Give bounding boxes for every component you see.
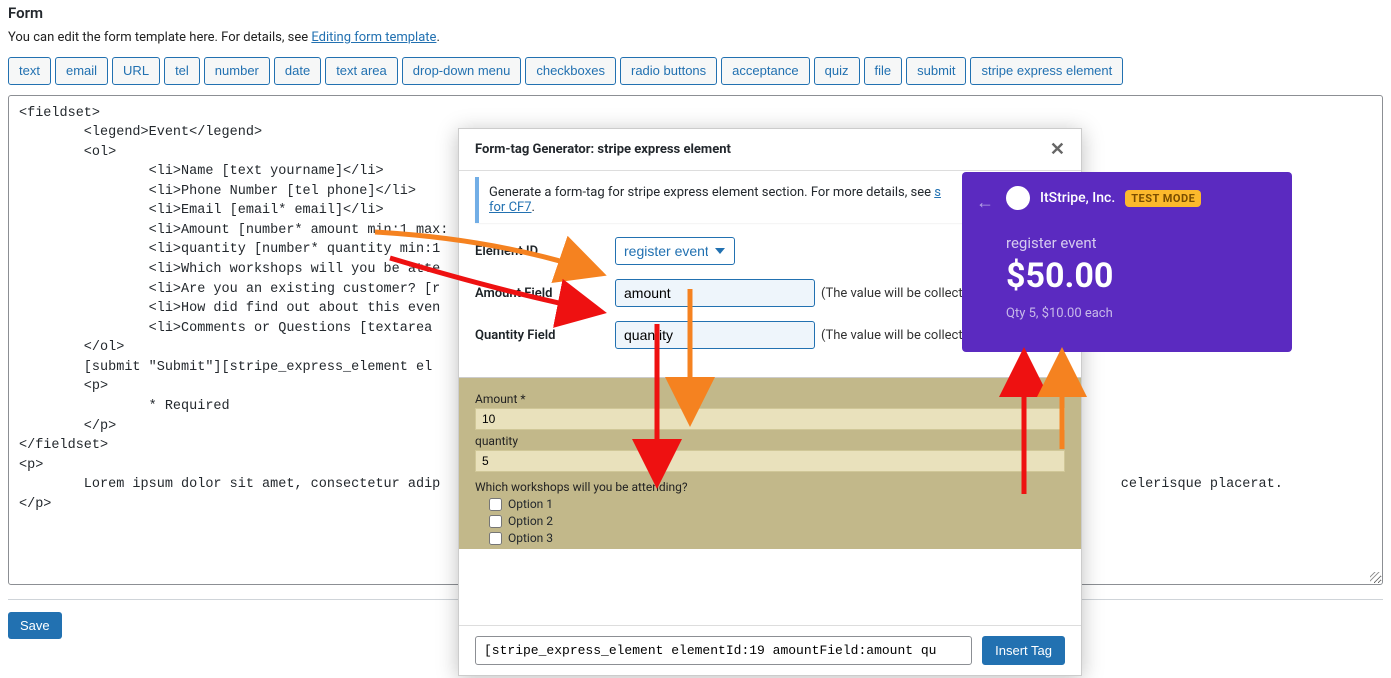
back-arrow-icon[interactable]: ← bbox=[976, 192, 994, 213]
stripe-qty-line: Qty 5, $10.00 each bbox=[1006, 306, 1272, 321]
desc-text: You can edit the form template here. For… bbox=[8, 30, 311, 45]
modal-title: Form-tag Generator: stripe express eleme… bbox=[475, 142, 731, 157]
tag-button-stripe-express-element[interactable]: stripe express element bbox=[970, 57, 1123, 85]
preview-quantity-input[interactable] bbox=[475, 450, 1065, 472]
preview-option-checkbox[interactable] bbox=[489, 515, 502, 528]
tag-button-drop-down-menu[interactable]: drop-down menu bbox=[402, 57, 522, 85]
tag-output[interactable] bbox=[475, 636, 972, 665]
merchant-name: ItStripe, Inc. bbox=[1040, 190, 1115, 206]
preview-quantity-label: quantity bbox=[475, 434, 1065, 448]
element-id-label: Element ID bbox=[475, 244, 615, 259]
preview-option-label: Option 2 bbox=[508, 514, 553, 528]
preview-option-label: Option 1 bbox=[508, 497, 553, 511]
info-period: . bbox=[532, 200, 535, 215]
close-icon[interactable]: ✕ bbox=[1050, 139, 1065, 160]
preview-option-checkbox[interactable] bbox=[489, 532, 502, 545]
preview-option: Option 2 bbox=[475, 514, 1065, 528]
tag-button-submit[interactable]: submit bbox=[906, 57, 966, 85]
info-text: Generate a form-tag for stripe express e… bbox=[489, 185, 934, 200]
quantity-field-label: Quantity Field bbox=[475, 328, 615, 343]
preview-amount-label: Amount * bbox=[475, 392, 1065, 406]
tag-button-email[interactable]: email bbox=[55, 57, 108, 85]
form-preview: Amount * quantity Which workshops will y… bbox=[459, 377, 1081, 549]
stripe-item-name: register event bbox=[1006, 234, 1272, 252]
tag-button-row: textemailURLtelnumberdatetext areadrop-d… bbox=[8, 57, 1383, 89]
stripe-checkout-preview: ← ItStripe, Inc. TEST MODE register even… bbox=[962, 172, 1292, 352]
save-button[interactable]: Save bbox=[8, 612, 62, 639]
info-link2[interactable]: for CF7 bbox=[489, 200, 532, 215]
amount-field-label: Amount Field bbox=[475, 286, 615, 301]
tag-button-date[interactable]: date bbox=[274, 57, 321, 85]
tag-button-checkboxes[interactable]: checkboxes bbox=[525, 57, 616, 85]
preview-option: Option 3 bbox=[475, 531, 1065, 545]
quantity-field-input[interactable] bbox=[615, 321, 815, 349]
tag-button-URL[interactable]: URL bbox=[112, 57, 160, 85]
tag-button-text-area[interactable]: text area bbox=[325, 57, 398, 85]
tag-button-file[interactable]: file bbox=[864, 57, 903, 85]
amount-field-input[interactable] bbox=[615, 279, 815, 307]
info-link-cut[interactable]: s bbox=[934, 185, 941, 200]
insert-tag-button[interactable]: Insert Tag bbox=[982, 636, 1065, 665]
form-description: You can edit the form template here. For… bbox=[8, 30, 1383, 45]
preview-option-label: Option 3 bbox=[508, 531, 553, 545]
preview-option: Option 1 bbox=[475, 497, 1065, 511]
tag-button-quiz[interactable]: quiz bbox=[814, 57, 860, 85]
preview-option-checkbox[interactable] bbox=[489, 498, 502, 511]
tag-button-acceptance[interactable]: acceptance bbox=[721, 57, 810, 85]
desc-link[interactable]: Editing form template bbox=[311, 30, 436, 45]
stripe-amount: $50.00 bbox=[1006, 256, 1272, 296]
merchant-logo-icon bbox=[1006, 186, 1030, 210]
preview-amount-input[interactable] bbox=[475, 408, 1065, 430]
amount-field-hint: (The value will be collecte bbox=[821, 286, 969, 301]
test-mode-badge: TEST MODE bbox=[1125, 190, 1201, 207]
element-id-select[interactable]: register event bbox=[615, 237, 735, 265]
quantity-field-hint: (The value will be collecte bbox=[821, 328, 969, 343]
tag-button-text[interactable]: text bbox=[8, 57, 51, 85]
tag-button-radio-buttons[interactable]: radio buttons bbox=[620, 57, 717, 85]
tag-button-number[interactable]: number bbox=[204, 57, 270, 85]
preview-workshops-label: Which workshops will you be attending? bbox=[475, 480, 1065, 494]
page-title: Form bbox=[8, 4, 1383, 22]
desc-suffix: . bbox=[436, 30, 439, 45]
tag-button-tel[interactable]: tel bbox=[164, 57, 200, 85]
